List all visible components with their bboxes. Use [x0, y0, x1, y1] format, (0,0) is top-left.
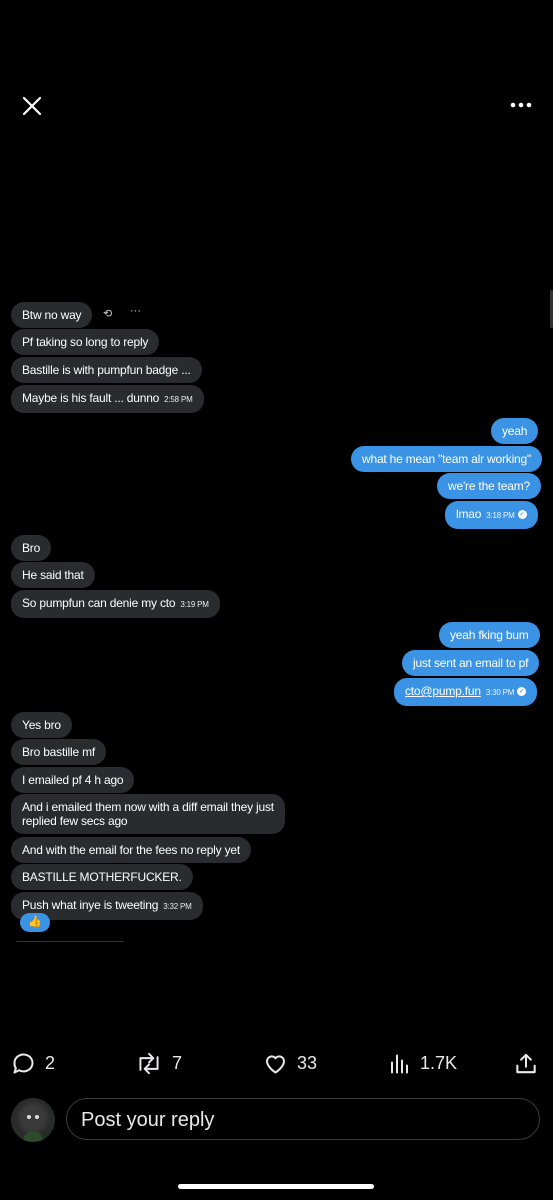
message-bubble: Bastille is with pumpfun badge ...: [11, 357, 202, 383]
read-check-icon: ✓: [517, 510, 527, 520]
heart-icon: [266, 1054, 285, 1074]
analytics-icon: [391, 1054, 408, 1073]
like-count: 33: [297, 1052, 318, 1073]
message-bubble: Btw no way: [11, 302, 93, 328]
share-icon: [516, 1053, 536, 1073]
comment-icon: [13, 1053, 34, 1074]
reaction-badge: 👍: [20, 913, 50, 932]
avatar-image-icon: [22, 1106, 44, 1142]
repost-count: 7: [172, 1052, 183, 1073]
views-action[interactable]: 1.7K: [388, 1046, 457, 1080]
more-horizontal-icon: [510, 102, 532, 108]
repost-action[interactable]: 7: [134, 1046, 182, 1080]
message-bubble: He said that: [11, 562, 95, 588]
close-button[interactable]: [18, 92, 46, 120]
message-bubble: And with the email for the fees no reply…: [11, 837, 251, 863]
message-bubble: just sent an email to pf: [402, 650, 540, 676]
more-small-icon: ···: [130, 305, 141, 317]
reply-placeholder: Post your reply: [81, 1109, 215, 1131]
message-bubble: what he mean "team alr working": [351, 446, 543, 472]
reply-action[interactable]: 2: [10, 1046, 55, 1080]
message-bubble: Bro: [11, 535, 52, 561]
avatar[interactable]: [11, 1098, 55, 1142]
message-bubble: yeah: [491, 418, 539, 444]
message-bubble: we're the team?: [437, 473, 542, 499]
message-bubble: I emailed pf 4 h ago: [11, 767, 135, 793]
retweet-small-icon: ⟲: [103, 308, 113, 320]
message-bubble: BASTILLE MOTHERFUCKER.: [11, 864, 193, 890]
reply-input[interactable]: Post your reply: [66, 1098, 540, 1140]
message-bubble: Maybe is his fault ... dunno 2:58 PM: [11, 385, 204, 413]
home-indicator: [178, 1184, 374, 1189]
repost-icon: [139, 1052, 159, 1074]
message-bubble: Yes bro: [11, 712, 72, 738]
message-bubble: Pf taking so long to reply: [11, 329, 160, 355]
close-icon: [22, 96, 42, 116]
reply-count: 2: [45, 1052, 56, 1073]
divider: [16, 941, 124, 942]
message-bubble: Bro bastille mf: [11, 739, 107, 765]
message-bubble: And i emailed them now with a diff email…: [11, 794, 285, 834]
share-action[interactable]: [513, 1046, 539, 1080]
like-action[interactable]: 33: [262, 1046, 317, 1080]
message-bubble: lmao 3:18 PM ✓: [445, 501, 538, 529]
more-options-button[interactable]: [506, 94, 536, 116]
message-bubble: yeah fking bum: [439, 622, 540, 648]
read-check-icon: ✓: [517, 687, 527, 697]
message-bubble: So pumpfun can denie my cto 3:19 PM: [11, 590, 220, 618]
message-bubble: cto@pump.fun 3:30 PM ✓: [394, 678, 538, 706]
view-count: 1.7K: [420, 1052, 458, 1073]
